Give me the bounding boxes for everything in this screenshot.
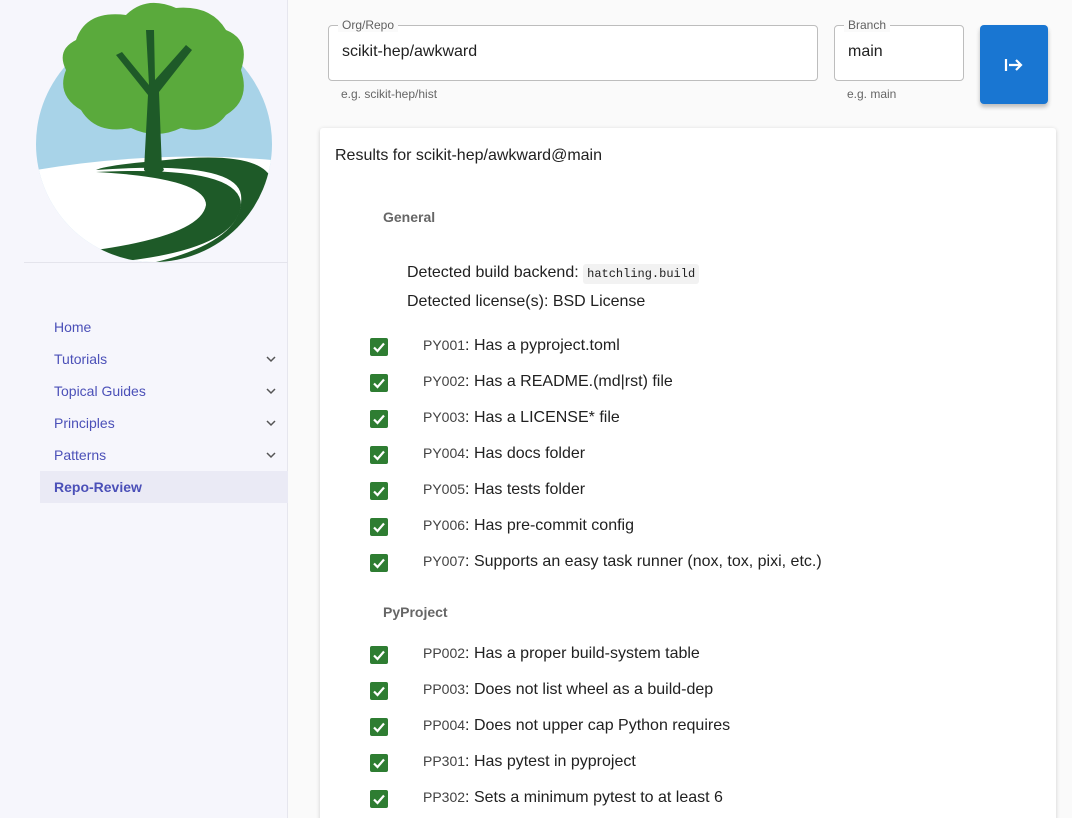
- checkbox-checked-icon: [370, 718, 388, 736]
- check-code: PY003: [423, 409, 466, 425]
- check-row: PY001: Has a pyproject.toml: [369, 335, 1029, 359]
- section-header-pyproject: PyProject: [383, 604, 448, 620]
- check-label: PY007: Supports an easy task runner (nox…: [423, 553, 822, 570]
- check-code: PP301: [423, 753, 466, 769]
- sidebar-item-label: Patterns: [54, 447, 107, 463]
- check-row: PP002: Has a proper build-system table: [369, 643, 1029, 667]
- section-header-general: General: [383, 209, 436, 225]
- check-label: PP003: Does not list wheel as a build-de…: [423, 681, 714, 698]
- check-text: Has docs folder: [473, 445, 586, 462]
- check-label: PY006: Has pre-commit config: [423, 517, 634, 534]
- chevron-down-icon[interactable]: [264, 352, 278, 366]
- checkbox-checked-icon: [370, 518, 388, 536]
- sidebar-item-patterns[interactable]: Patterns: [40, 439, 288, 471]
- logo-divider: [24, 262, 288, 263]
- check-code: PY006: [423, 517, 466, 533]
- check-code: PY007: [423, 553, 466, 569]
- branch-help-text: e.g. main: [847, 87, 897, 101]
- sidebar-item-home[interactable]: Home: [40, 311, 288, 343]
- results-title: Results for scikit-hep/awkward@main: [335, 147, 602, 164]
- sidebar-item-label: Principles: [54, 415, 115, 431]
- repo-help-text: e.g. scikit-hep/hist: [341, 87, 438, 101]
- check-code: PY002: [423, 373, 466, 389]
- repo-field-label: Org/Repo: [338, 18, 399, 32]
- check-label: PY003: Has a LICENSE* file: [423, 409, 620, 426]
- sidebar-item-label: Repo-Review: [54, 479, 142, 495]
- sidebar-item-topical-guides[interactable]: Topical Guides: [40, 375, 288, 407]
- chevron-down-icon[interactable]: [264, 448, 278, 462]
- checkbox-checked-icon: [370, 554, 388, 572]
- check-text: Has pytest in pyproject: [473, 753, 636, 770]
- sidebar-item-repo-review[interactable]: Repo-Review: [40, 471, 288, 503]
- check-code: PP004: [423, 717, 466, 733]
- checkbox-checked-icon: [370, 482, 388, 500]
- check-label: PY004: Has docs folder: [423, 445, 586, 462]
- main-content: Org/Repo e.g. scikit-hep/hist Branch e.g…: [288, 0, 1072, 818]
- build-backend-value: hatchling.build: [583, 264, 700, 284]
- sidebar-item-label: Topical Guides: [54, 383, 146, 399]
- check-row: PY007: Supports an easy task runner (nox…: [369, 551, 1029, 575]
- check-label: PP002: Has a proper build-system table: [423, 645, 700, 662]
- check-row: PY002: Has a README.(md|rst) file: [369, 371, 1029, 395]
- check-label: PY005: Has tests folder: [423, 481, 586, 498]
- check-text: Has a pyproject.toml: [473, 337, 620, 354]
- check-label: PP004: Does not upper cap Python require…: [423, 717, 731, 734]
- arrow-right-to-bar-icon: [1004, 58, 1023, 71]
- check-row: PP004: Does not upper cap Python require…: [369, 715, 1029, 739]
- check-text: Has pre-commit config: [473, 517, 634, 534]
- check-text: Has a proper build-system table: [473, 645, 700, 662]
- check-text: Sets a minimum pytest to at least 6: [473, 789, 723, 806]
- check-text: Has a README.(md|rst) file: [473, 373, 673, 390]
- check-code: PY004: [423, 445, 466, 461]
- check-row: PP301: Has pytest in pyproject: [369, 751, 1029, 775]
- check-text: Does not list wheel as a build-dep: [473, 681, 714, 698]
- check-row: PP003: Does not list wheel as a build-de…: [369, 679, 1029, 703]
- sidebar: Home Tutorials Topical Guides Principles…: [0, 0, 288, 818]
- check-text: Does not upper cap Python requires: [473, 717, 731, 734]
- check-row: PY003: Has a LICENSE* file: [369, 407, 1029, 431]
- check-row: PY004: Has docs folder: [369, 443, 1029, 467]
- checkbox-checked-icon: [370, 682, 388, 700]
- check-code: PY005: [423, 481, 466, 497]
- sidebar-item-tutorials[interactable]: Tutorials: [40, 343, 288, 375]
- check-row: PY005: Has tests folder: [369, 479, 1029, 503]
- results-card: Results for scikit-hep/awkward@main Gene…: [320, 128, 1056, 818]
- tree-river-logo[interactable]: [36, 0, 272, 262]
- branch-input[interactable]: [848, 43, 964, 61]
- sidebar-nav: Home Tutorials Topical Guides Principles…: [40, 311, 288, 503]
- license-info: Detected license(s): BSD License: [407, 293, 646, 310]
- check-text: Has a LICENSE* file: [473, 409, 620, 426]
- checkbox-checked-icon: [370, 410, 388, 428]
- branch-field[interactable]: Branch: [834, 18, 964, 81]
- checkbox-checked-icon: [370, 374, 388, 392]
- check-text: Has tests folder: [473, 481, 586, 498]
- submit-button[interactable]: [980, 25, 1048, 104]
- check-code: PP002: [423, 645, 466, 661]
- check-row: PP302: Sets a minimum pytest to at least…: [369, 787, 1029, 811]
- checkbox-checked-icon: [370, 446, 388, 464]
- build-backend-label: Detected build backend:: [407, 264, 579, 281]
- chevron-down-icon[interactable]: [264, 416, 278, 430]
- repo-field[interactable]: Org/Repo: [328, 18, 818, 81]
- sidebar-item-principles[interactable]: Principles: [40, 407, 288, 439]
- check-label: PP301: Has pytest in pyproject: [423, 753, 636, 770]
- check-row: PY006: Has pre-commit config: [369, 515, 1029, 539]
- check-text: Supports an easy task runner (nox, tox, …: [473, 553, 822, 570]
- check-code: PP302: [423, 789, 466, 805]
- sidebar-item-label: Home: [54, 319, 92, 335]
- check-label: PP302: Sets a minimum pytest to at least…: [423, 789, 723, 806]
- check-code: PP003: [423, 681, 466, 697]
- check-code: PY001: [423, 337, 466, 353]
- checkbox-checked-icon: [370, 754, 388, 772]
- build-backend-info: Detected build backend: hatchling.build: [407, 264, 700, 284]
- check-label: PY001: Has a pyproject.toml: [423, 337, 620, 354]
- chevron-down-icon[interactable]: [264, 384, 278, 398]
- check-label: PY002: Has a README.(md|rst) file: [423, 373, 673, 390]
- sidebar-item-label: Tutorials: [54, 351, 108, 367]
- branch-field-label: Branch: [844, 18, 891, 32]
- checkbox-checked-icon: [370, 790, 388, 808]
- checkbox-checked-icon: [370, 646, 388, 664]
- repo-input[interactable]: [342, 43, 782, 61]
- checkbox-checked-icon: [370, 338, 388, 356]
